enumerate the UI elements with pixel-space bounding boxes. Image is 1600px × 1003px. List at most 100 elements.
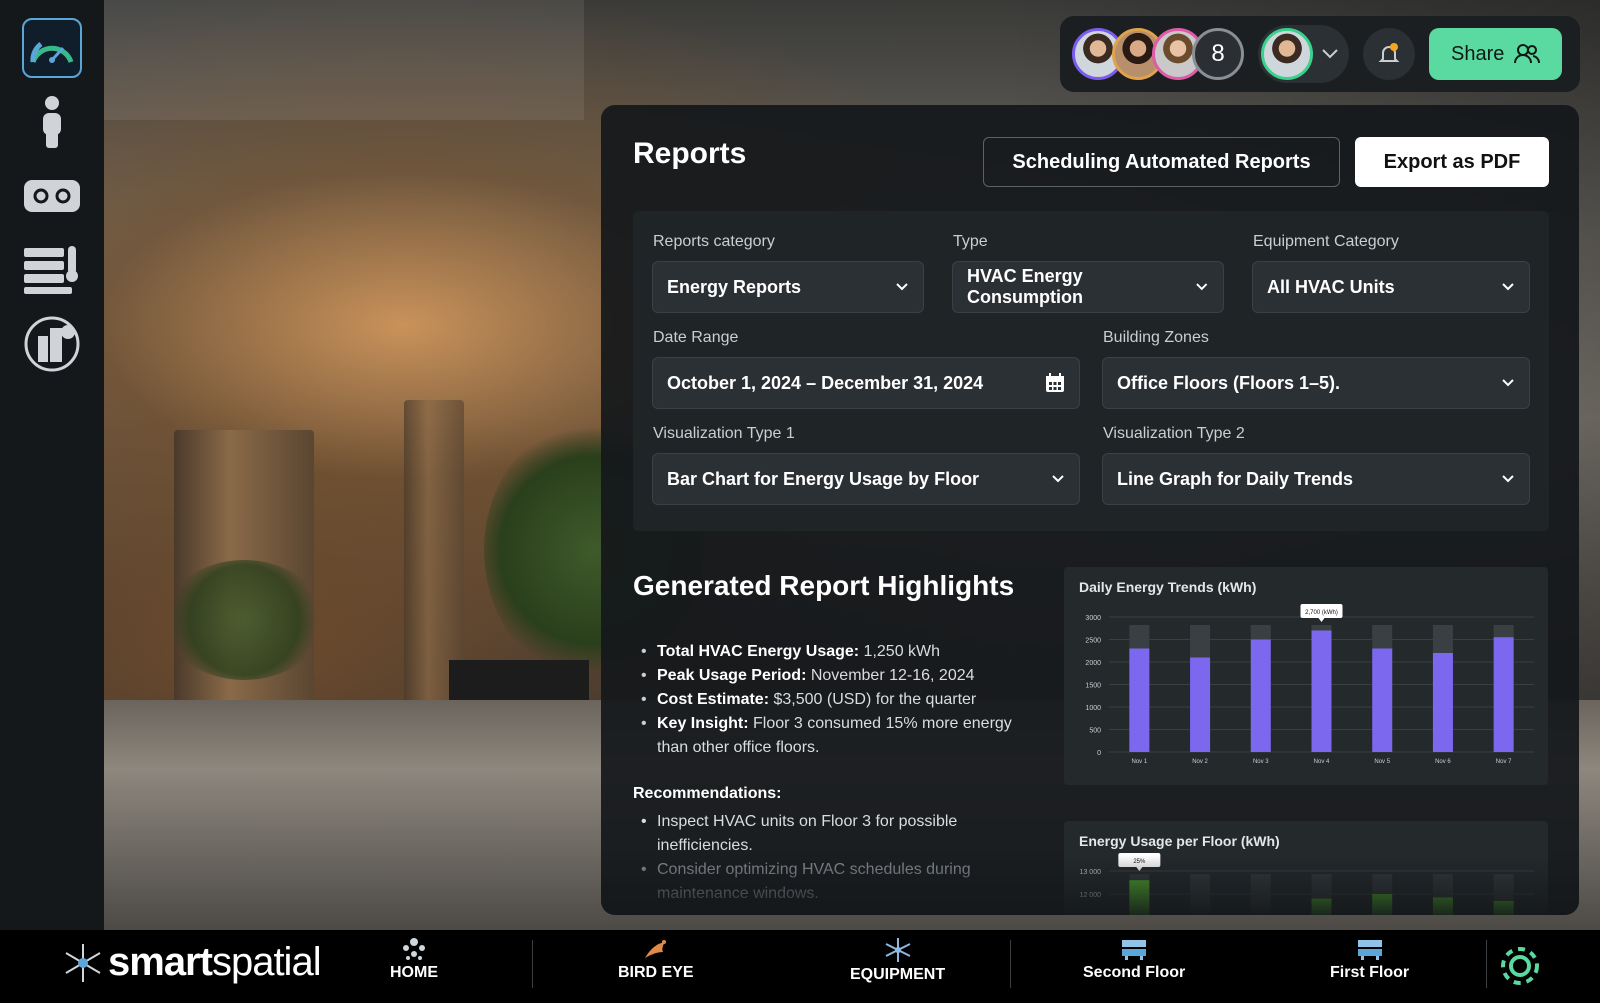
highlight-key: Cost Estimate: (657, 691, 770, 708)
dashboard-gauge-icon[interactable] (22, 18, 82, 78)
participants-count-badge[interactable]: 8 (1192, 28, 1244, 80)
date-range-value: October 1, 2024 – December 31, 2024 (667, 372, 984, 393)
y-tick-label: 2500 (1085, 638, 1101, 645)
reports-category-value: Energy Reports (667, 276, 802, 297)
nav-divider (1486, 940, 1487, 988)
y-tick-label: 12 000 (1080, 892, 1102, 899)
bird-icon (644, 940, 666, 958)
report-filters: Reports category Energy Reports Type HVA… (633, 211, 1549, 531)
highlight-value: November 12-16, 2024 (806, 667, 975, 684)
date-range-picker[interactable]: October 1, 2024 – December 31, 2024 (652, 357, 1080, 409)
nav-bird-eye[interactable]: BIRD EYE (618, 936, 694, 982)
list-item: Total HVAC Energy Usage: 1,250 kWh (641, 640, 1021, 664)
list-item: Peak Usage Period: November 12-16, 2024 (641, 664, 1021, 688)
bar (1190, 657, 1211, 752)
daily-energy-chart: Daily Energy Trends (kWh) 0 500 1000 1500 20… (1064, 567, 1548, 785)
page-title: Reports (633, 137, 747, 170)
reports-panel: Reports Scheduling Automated Reports Exp… (601, 105, 1579, 915)
sensor-list-icon[interactable] (22, 240, 82, 300)
building-zones-value: Office Floors (Floors 1–5). (1117, 372, 1341, 393)
y-tick-label: 3000 (1085, 615, 1101, 622)
x-tick-label: Nov 6 (1435, 759, 1451, 765)
person-icon[interactable] (22, 92, 82, 152)
bar (1129, 648, 1150, 752)
equipment-category-label: Equipment Category (1253, 233, 1399, 250)
nav-second-floor[interactable]: Second Floor (1083, 936, 1185, 982)
bar (1372, 894, 1393, 915)
notifications-button[interactable] (1363, 28, 1415, 80)
vr-headset-icon[interactable] (22, 166, 82, 226)
brand-name: smartspatial (108, 940, 322, 985)
settings-button[interactable] (1496, 942, 1544, 990)
brand-logo[interactable]: smartspatial (62, 940, 322, 985)
equipment-category-select[interactable]: All HVAC Units (1252, 261, 1530, 313)
chevron-down-icon (1052, 475, 1064, 483)
snowflake-logo-icon (65, 943, 101, 982)
type-label: Type (953, 233, 988, 250)
list-item: Consider optimizing HVAC schedules durin… (641, 858, 1001, 906)
viz-type-2-value: Line Graph for Daily Trends (1117, 468, 1354, 489)
tooltip-pointer (1318, 618, 1325, 622)
y-tick-label: 0 (1097, 750, 1101, 757)
x-tick-label: Nov 7 (1496, 759, 1512, 765)
nav-label: Second Floor (1083, 964, 1186, 981)
account-menu[interactable] (1258, 25, 1349, 83)
x-tick-label: Nov 4 (1314, 759, 1330, 765)
highlight-key: Key Insight: (657, 715, 749, 732)
daily-energy-chart-svg: 0 500 1000 1500 2000 2500 3000 Nov 1 Nov 2 Nov 3 N… (1085, 604, 1534, 765)
chevron-down-icon (1502, 283, 1514, 291)
nav-home[interactable]: HOME (390, 936, 438, 982)
y-tick-label: 13 000 (1080, 869, 1102, 876)
brand-name-light: spatial (211, 940, 322, 984)
building-settings-icon[interactable] (22, 314, 82, 374)
building-zones-select[interactable]: Office Floors (Floors 1–5). (1102, 357, 1530, 409)
bar (1432, 897, 1453, 915)
y-tick-label: 2000 (1085, 660, 1101, 667)
home-icon (403, 938, 425, 960)
tooltip-label: 2,700 (kWh) (1305, 610, 1338, 616)
chevron-down-icon (1322, 49, 1338, 59)
highlight-value: 1,250 kWh (859, 643, 941, 660)
bar (1311, 630, 1332, 752)
equipment-icon (885, 938, 911, 962)
highlights-title: Generated Report Highlights (633, 570, 1015, 601)
nav-first-floor[interactable]: First Floor (1330, 936, 1409, 982)
x-tick-label: Nov 3 (1253, 759, 1269, 765)
list-item: Cost Estimate: $3,500 (USD) for the quar… (641, 688, 1021, 712)
x-tick-label: Nov 5 (1374, 759, 1390, 765)
highlight-key: Total HVAC Energy Usage: (657, 643, 860, 660)
chevron-down-icon (1502, 475, 1514, 483)
tooltip-pointer (1136, 867, 1143, 871)
x-tick-label: Nov 2 (1192, 759, 1208, 765)
bottom-navigation: smartspatial HOME BIRD EYE EQUIPMENT Sec… (0, 930, 1600, 1003)
share-button[interactable]: Share (1429, 28, 1563, 80)
nav-label: First Floor (1330, 964, 1410, 981)
recommendations-list: Inspect HVAC units on Floor 3 for possib… (641, 810, 1001, 906)
left-sidebar (0, 0, 104, 930)
viz-type-2-select[interactable]: Line Graph for Daily Trends (1102, 453, 1530, 505)
bar (1129, 880, 1150, 915)
x-tick-label: Nov 1 (1132, 759, 1148, 765)
reports-category-select[interactable]: Energy Reports (652, 261, 924, 313)
participants-stack[interactable]: 8 (1072, 28, 1244, 80)
date-range-label: Date Range (653, 329, 739, 346)
schedule-reports-button[interactable]: Scheduling Automated Reports (983, 137, 1340, 187)
viz-type-1-label: Visualization Type 1 (653, 425, 795, 442)
viz-type-1-select[interactable]: Bar Chart for Energy Usage by Floor (652, 453, 1080, 505)
nav-label: HOME (390, 964, 438, 981)
type-select[interactable]: HVAC Energy Consumption (952, 261, 1224, 313)
y-tick-label: 500 (1089, 728, 1101, 735)
floor-icon (1122, 940, 1147, 960)
chevron-down-icon (1502, 379, 1514, 387)
floor-icon (1357, 940, 1382, 960)
nav-equipment[interactable]: EQUIPMENT (850, 936, 945, 984)
highlight-value: $3,500 (USD) for the quarter (769, 691, 977, 708)
calendar-icon (1046, 373, 1064, 392)
y-tick-label: 1000 (1085, 705, 1101, 712)
highlights-list: Total HVAC Energy Usage: 1,250 kWh Peak … (641, 640, 1021, 760)
brand-name-bold: smart (108, 940, 213, 984)
users-icon (1514, 44, 1541, 64)
export-pdf-button[interactable]: Export as PDF (1355, 137, 1549, 187)
bar-track (1190, 874, 1211, 915)
bar (1372, 648, 1393, 752)
